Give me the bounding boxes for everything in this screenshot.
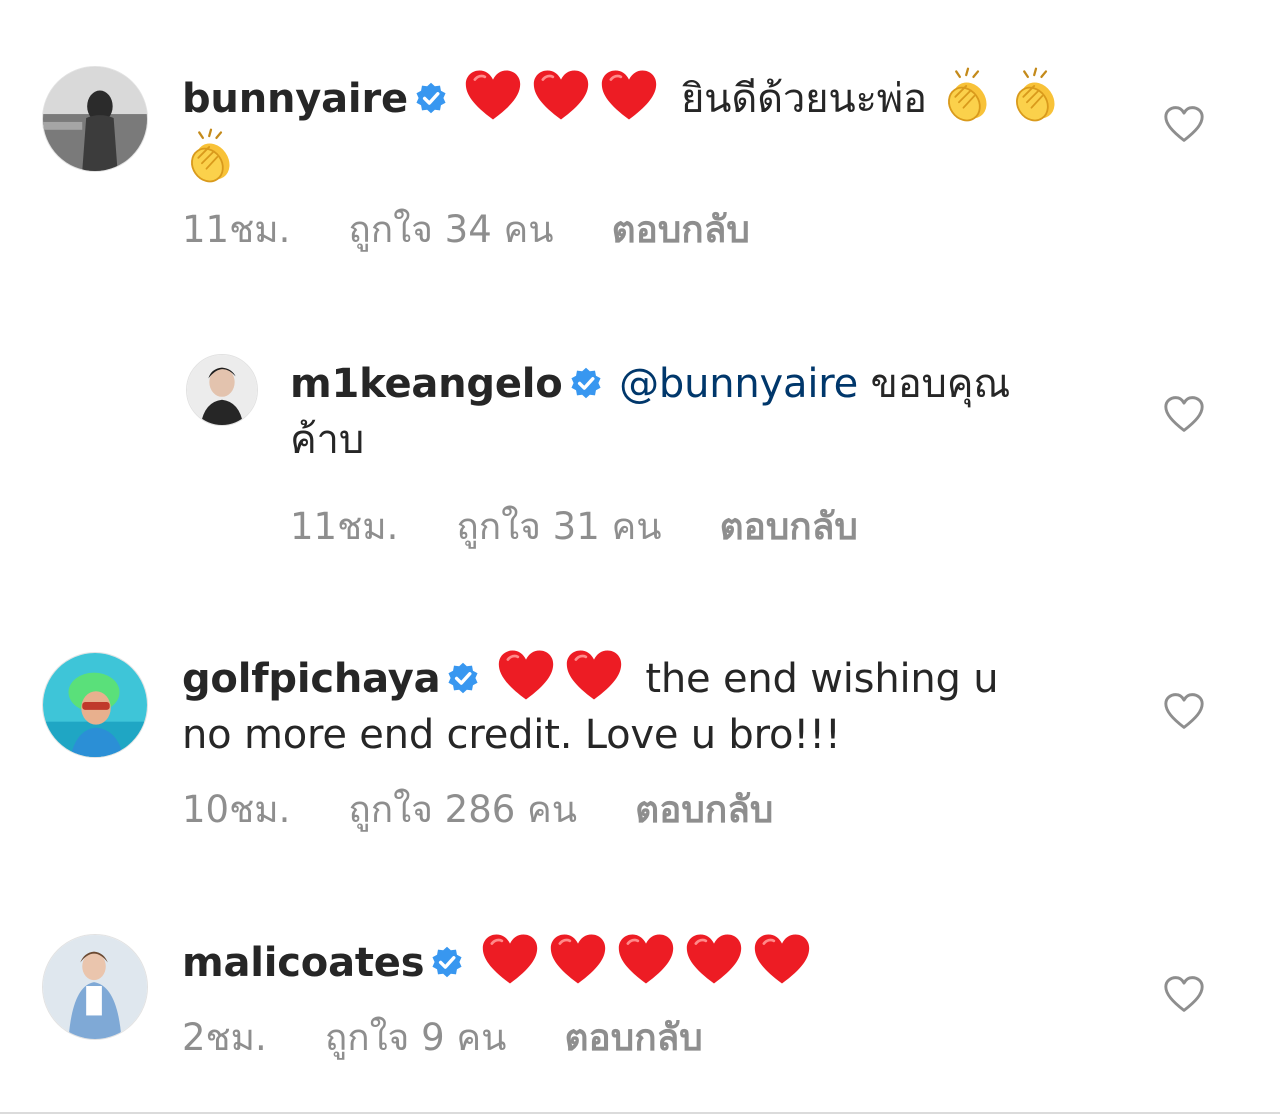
like-count[interactable]: ถูกใจ 31 คน bbox=[456, 505, 661, 549]
red-heart-icon bbox=[464, 66, 522, 124]
comment-time: 11ชม. bbox=[290, 505, 399, 548]
reply-button[interactable]: ตอบกลับ bbox=[612, 208, 750, 252]
username[interactable]: malicoates bbox=[182, 940, 425, 986]
comment-meta: 11ชม. ถูกใจ 31 คน ตอบกลับ bbox=[290, 505, 858, 549]
heart-outline-icon bbox=[1162, 691, 1206, 731]
like-button[interactable] bbox=[1162, 394, 1206, 434]
red-heart-icon bbox=[685, 930, 743, 988]
username[interactable]: bunnyaire bbox=[182, 76, 408, 122]
heart-outline-icon bbox=[1162, 974, 1206, 1014]
like-button[interactable] bbox=[1162, 104, 1206, 144]
reply-button[interactable]: ตอบกลับ bbox=[720, 505, 858, 549]
username[interactable]: m1keangelo bbox=[290, 361, 563, 407]
clapping-hands-icon bbox=[939, 66, 997, 124]
red-heart-icon bbox=[481, 930, 539, 988]
comment-text: bunnyaire ยินดีด้วยนะพ่อ bbox=[182, 66, 1082, 188]
verified-badge-icon bbox=[446, 661, 480, 695]
comment-text: golfpichaya the end wishing u no more en… bbox=[182, 646, 1082, 763]
clapping-hands-icon bbox=[1007, 66, 1065, 124]
like-count[interactable]: ถูกใจ 286 คน bbox=[348, 788, 577, 832]
reply-button[interactable]: ตอบกลับ bbox=[635, 788, 773, 832]
comment-text: malicoates bbox=[182, 930, 1082, 991]
verified-badge-icon bbox=[430, 945, 464, 979]
red-heart-icon bbox=[532, 66, 590, 124]
divider bbox=[0, 1112, 1280, 1114]
comment-meta: 2ชม. ถูกใจ 9 คน ตอบกลับ bbox=[182, 1016, 703, 1060]
clapping-hands-icon bbox=[182, 127, 240, 185]
avatar[interactable] bbox=[42, 652, 148, 758]
like-button[interactable] bbox=[1162, 974, 1206, 1014]
comment-meta: 11ชม. ถูกใจ 34 คน ตอบกลับ bbox=[182, 208, 750, 252]
heart-outline-icon bbox=[1162, 104, 1206, 144]
comment-time: 11ชม. bbox=[182, 208, 291, 251]
comment-time: 2ชม. bbox=[182, 1016, 267, 1059]
heart-outline-icon bbox=[1162, 394, 1206, 434]
comment-text: m1keangelo @bunnyaire ขอบคุณ ค้าบ bbox=[290, 356, 1080, 468]
red-heart-icon bbox=[497, 646, 555, 704]
like-button[interactable] bbox=[1162, 691, 1206, 731]
avatar-photo bbox=[43, 653, 147, 757]
avatar-photo bbox=[187, 355, 257, 425]
red-heart-icon bbox=[617, 930, 675, 988]
mention-link[interactable]: @bunnyaire bbox=[619, 361, 858, 407]
avatar[interactable] bbox=[186, 354, 258, 426]
comment-body: the end wishing u bbox=[645, 656, 999, 702]
comment-body: ขอบคุณ bbox=[870, 361, 1011, 407]
comment-body: ยินดีด้วยนะพ่อ bbox=[680, 76, 927, 122]
username[interactable]: golfpichaya bbox=[182, 656, 441, 702]
like-count[interactable]: ถูกใจ 9 คน bbox=[325, 1016, 507, 1060]
comment-body-line2: no more end credit. Love u bro!!! bbox=[182, 712, 841, 758]
comment-body-line2: ค้าบ bbox=[290, 417, 365, 463]
verified-badge-icon bbox=[569, 366, 603, 400]
red-heart-icon bbox=[565, 646, 623, 704]
verified-badge-icon bbox=[414, 81, 448, 115]
red-heart-icon bbox=[753, 930, 811, 988]
avatar[interactable] bbox=[42, 66, 148, 172]
comment-time: 10ชม. bbox=[182, 788, 291, 831]
avatar-photo bbox=[43, 67, 147, 171]
avatar-photo bbox=[43, 935, 147, 1039]
avatar[interactable] bbox=[42, 934, 148, 1040]
comment-meta: 10ชม. ถูกใจ 286 คน ตอบกลับ bbox=[182, 788, 773, 832]
red-heart-icon bbox=[600, 66, 658, 124]
red-heart-icon bbox=[549, 930, 607, 988]
reply-button[interactable]: ตอบกลับ bbox=[564, 1016, 702, 1060]
like-count[interactable]: ถูกใจ 34 คน bbox=[348, 208, 553, 252]
